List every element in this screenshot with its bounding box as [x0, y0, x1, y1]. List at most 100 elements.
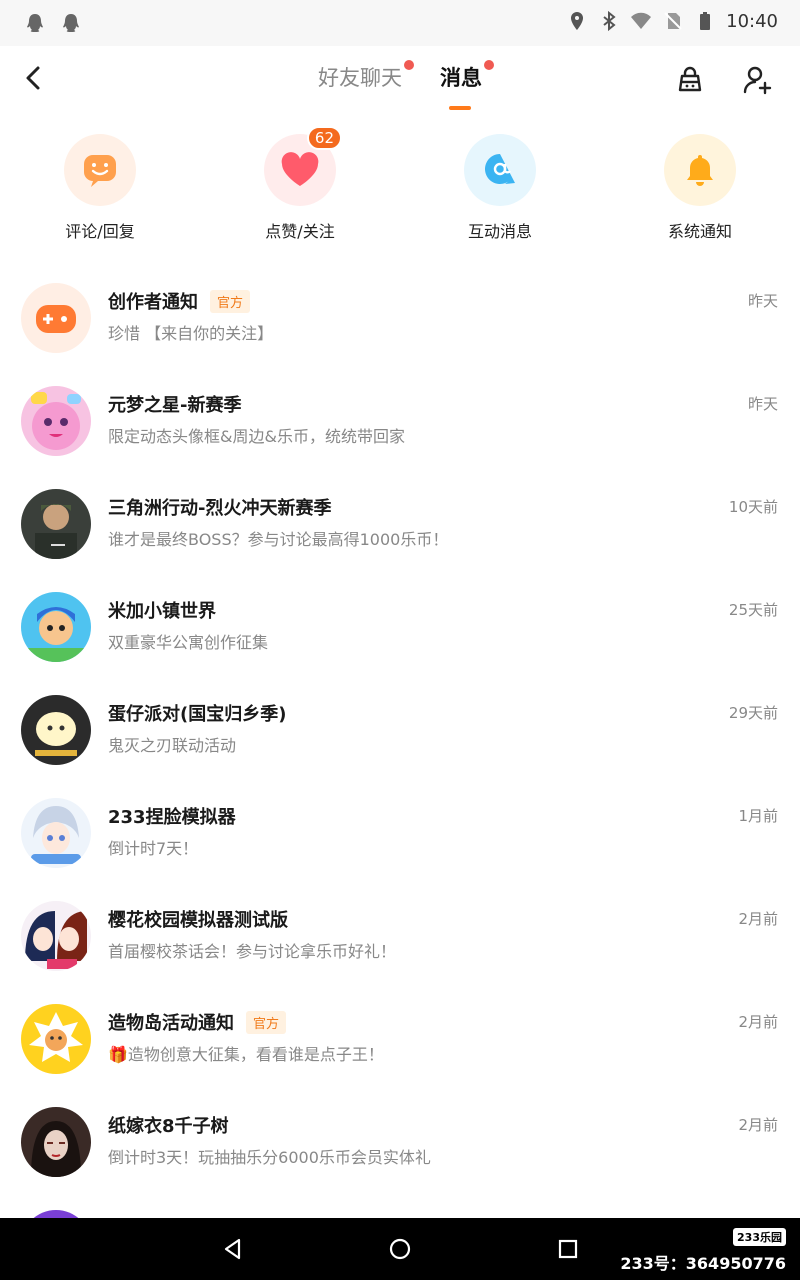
message-title: 造物岛活动通知 官方	[108, 1009, 287, 1035]
qq-icon	[27, 14, 43, 32]
list-item[interactable]: 米加小镇世界 双重豪华公寓创作征集 25天前	[0, 559, 800, 662]
avatar	[21, 798, 91, 868]
message-title: 元梦之星-新赛季	[108, 395, 242, 416]
quick-system-notice[interactable]: 系统通知	[600, 128, 800, 242]
message-time: 2月前	[738, 1013, 778, 1031]
quick-label: 点赞/关注	[265, 222, 335, 241]
game-avatar-icon	[21, 489, 91, 559]
game-avatar-icon	[21, 386, 91, 456]
quick-icon-circle	[464, 134, 536, 206]
watermark-text: 233号：364950776	[620, 1254, 786, 1273]
unread-dot	[484, 60, 494, 70]
list-item[interactable]: 蛋仔派对(国宝归乡季) 鬼灭之刃联动活动 29天前	[0, 662, 800, 765]
quick-likes-follows[interactable]: 62 点赞/关注	[200, 126, 400, 242]
tab-messages[interactable]: 消息	[440, 60, 494, 92]
battery-icon	[700, 12, 711, 30]
message-title: 米加小镇世界	[108, 601, 216, 622]
unread-count-badge: 62	[306, 126, 342, 150]
gamepad-icon	[36, 305, 76, 333]
tab-friends-chat[interactable]: 好友聊天	[318, 60, 414, 92]
game-avatar-icon	[21, 1004, 91, 1074]
quick-label: 互动消息	[467, 222, 532, 241]
quick-comment-reply[interactable]: 评论/回复	[0, 128, 200, 242]
quick-icon-circle	[64, 134, 136, 206]
quick-label: 评论/回复	[65, 222, 135, 241]
back-triangle-icon[interactable]	[221, 1237, 245, 1261]
avatar	[21, 592, 91, 662]
avatar	[21, 386, 91, 456]
avatar	[21, 695, 91, 765]
list-item[interactable]: 造物岛活动通知 官方 🎁造物创意大征集，看看谁是点子王！ 2月前	[0, 971, 800, 1074]
home-circle-icon[interactable]	[388, 1237, 412, 1261]
avatar	[21, 283, 91, 353]
unread-dot	[404, 60, 414, 70]
no-sim-icon	[664, 12, 682, 30]
message-title: 纸嫁衣8千子树	[108, 1116, 229, 1137]
game-avatar-icon	[21, 798, 91, 868]
bluetooth-icon	[603, 10, 616, 32]
header: 好友聊天 消息	[0, 46, 800, 114]
list-item[interactable]: 纸嫁衣8千子树 倒计时3天！玩抽抽乐分6000乐币会员实体礼 2月前	[0, 1074, 800, 1177]
message-time: 昨天	[747, 395, 778, 413]
message-time: 10天前	[728, 498, 778, 516]
message-time: 2月前	[738, 1116, 778, 1134]
wifi-icon	[631, 12, 652, 29]
qq-icon	[63, 14, 79, 32]
message-preview: 🎁造物创意大征集，看看谁是点子王！	[108, 1045, 384, 1064]
quick-interactions[interactable]: 互动消息	[400, 128, 600, 242]
list-item[interactable]: 三角洲行动-烈火冲天新赛季 谁才是最终BOSS？参与讨论最高得1000乐币！ 1…	[0, 456, 800, 559]
message-time: 25天前	[728, 601, 778, 619]
bell-icon	[687, 155, 713, 186]
list-item[interactable]: 元梦之星-新赛季 限定动态头像框&周边&乐币，统统带回家 昨天	[0, 353, 800, 456]
game-avatar-icon	[21, 695, 91, 765]
system-nav-bar: 233乐园 233号：364950776	[0, 1218, 800, 1280]
tab-label: 好友聊天	[318, 66, 402, 90]
back-arrow-icon[interactable]	[18, 60, 50, 96]
quick-icon-circle	[664, 134, 736, 206]
official-badge: 官方	[210, 289, 251, 313]
message-list: 创作者通知 官方 珍惜 【来自你的关注】 昨天 元梦之星-新赛季 限定动态头像框&…	[0, 250, 800, 1218]
message-preview: 倒计时3天！玩抽抽乐分6000乐币会员实体礼	[108, 1148, 431, 1167]
message-preview: 鬼灭之刃联动活动	[108, 736, 237, 755]
game-avatar-icon	[21, 901, 91, 971]
at-icon	[485, 154, 515, 184]
message-preview: 珍惜 【来自你的关注】	[108, 324, 274, 343]
avatar	[21, 489, 91, 559]
game-avatar-icon	[21, 1107, 91, 1177]
watermark: 233乐园 233号：364950776	[620, 1226, 786, 1274]
message-time: 昨天	[747, 292, 778, 310]
active-tab-indicator	[449, 106, 471, 110]
message-title: 233捏脸模拟器	[108, 807, 236, 828]
recents-square-icon[interactable]	[556, 1237, 580, 1261]
message-title: 樱花校园模拟器测试版	[108, 910, 288, 931]
message-preview: 谁才是最终BOSS？参与讨论最高得1000乐币！	[108, 530, 449, 549]
message-title: 创作者通知 官方	[108, 288, 251, 314]
tab-label: 消息	[440, 66, 482, 90]
list-item[interactable]: 233捏脸模拟器 倒计时7天！ 1月前	[0, 765, 800, 868]
avatar	[21, 901, 91, 971]
message-time: 1月前	[738, 807, 778, 825]
location-icon	[571, 12, 584, 30]
message-title: 蛋仔派对(国宝归乡季)	[108, 704, 287, 725]
message-preview: 首届樱校茶话会！参与讨论拿乐币好礼！	[108, 942, 397, 961]
status-bar: 10:40	[0, 0, 800, 46]
official-badge: 官方	[246, 1010, 287, 1034]
quick-categories: 评论/回复 62 点赞/关注 互动消息 系统通知	[0, 126, 800, 246]
heart-icon	[281, 152, 319, 186]
message-preview: 双重豪华公寓创作征集	[108, 633, 269, 652]
avatar	[21, 1004, 91, 1074]
list-item[interactable]	[0, 1177, 800, 1218]
message-preview: 限定动态头像框&周边&乐币，统统带回家	[108, 427, 405, 446]
list-item[interactable]: 樱花校园模拟器测试版 首届樱校茶话会！参与讨论拿乐币好礼！ 2月前	[0, 868, 800, 971]
clock: 10:40	[726, 10, 778, 32]
add-friend-icon[interactable]	[742, 64, 774, 96]
game-avatar-icon	[21, 592, 91, 662]
avatar	[21, 1107, 91, 1177]
list-item[interactable]: 创作者通知 官方 珍惜 【来自你的关注】 昨天	[0, 250, 800, 353]
quick-label: 系统通知	[667, 222, 732, 241]
avatar	[21, 1210, 91, 1218]
shop-bag-icon[interactable]	[674, 64, 706, 96]
message-time: 29天前	[728, 704, 778, 722]
message-title: 三角洲行动-烈火冲天新赛季	[108, 498, 332, 519]
comment-smile-icon	[84, 155, 116, 187]
